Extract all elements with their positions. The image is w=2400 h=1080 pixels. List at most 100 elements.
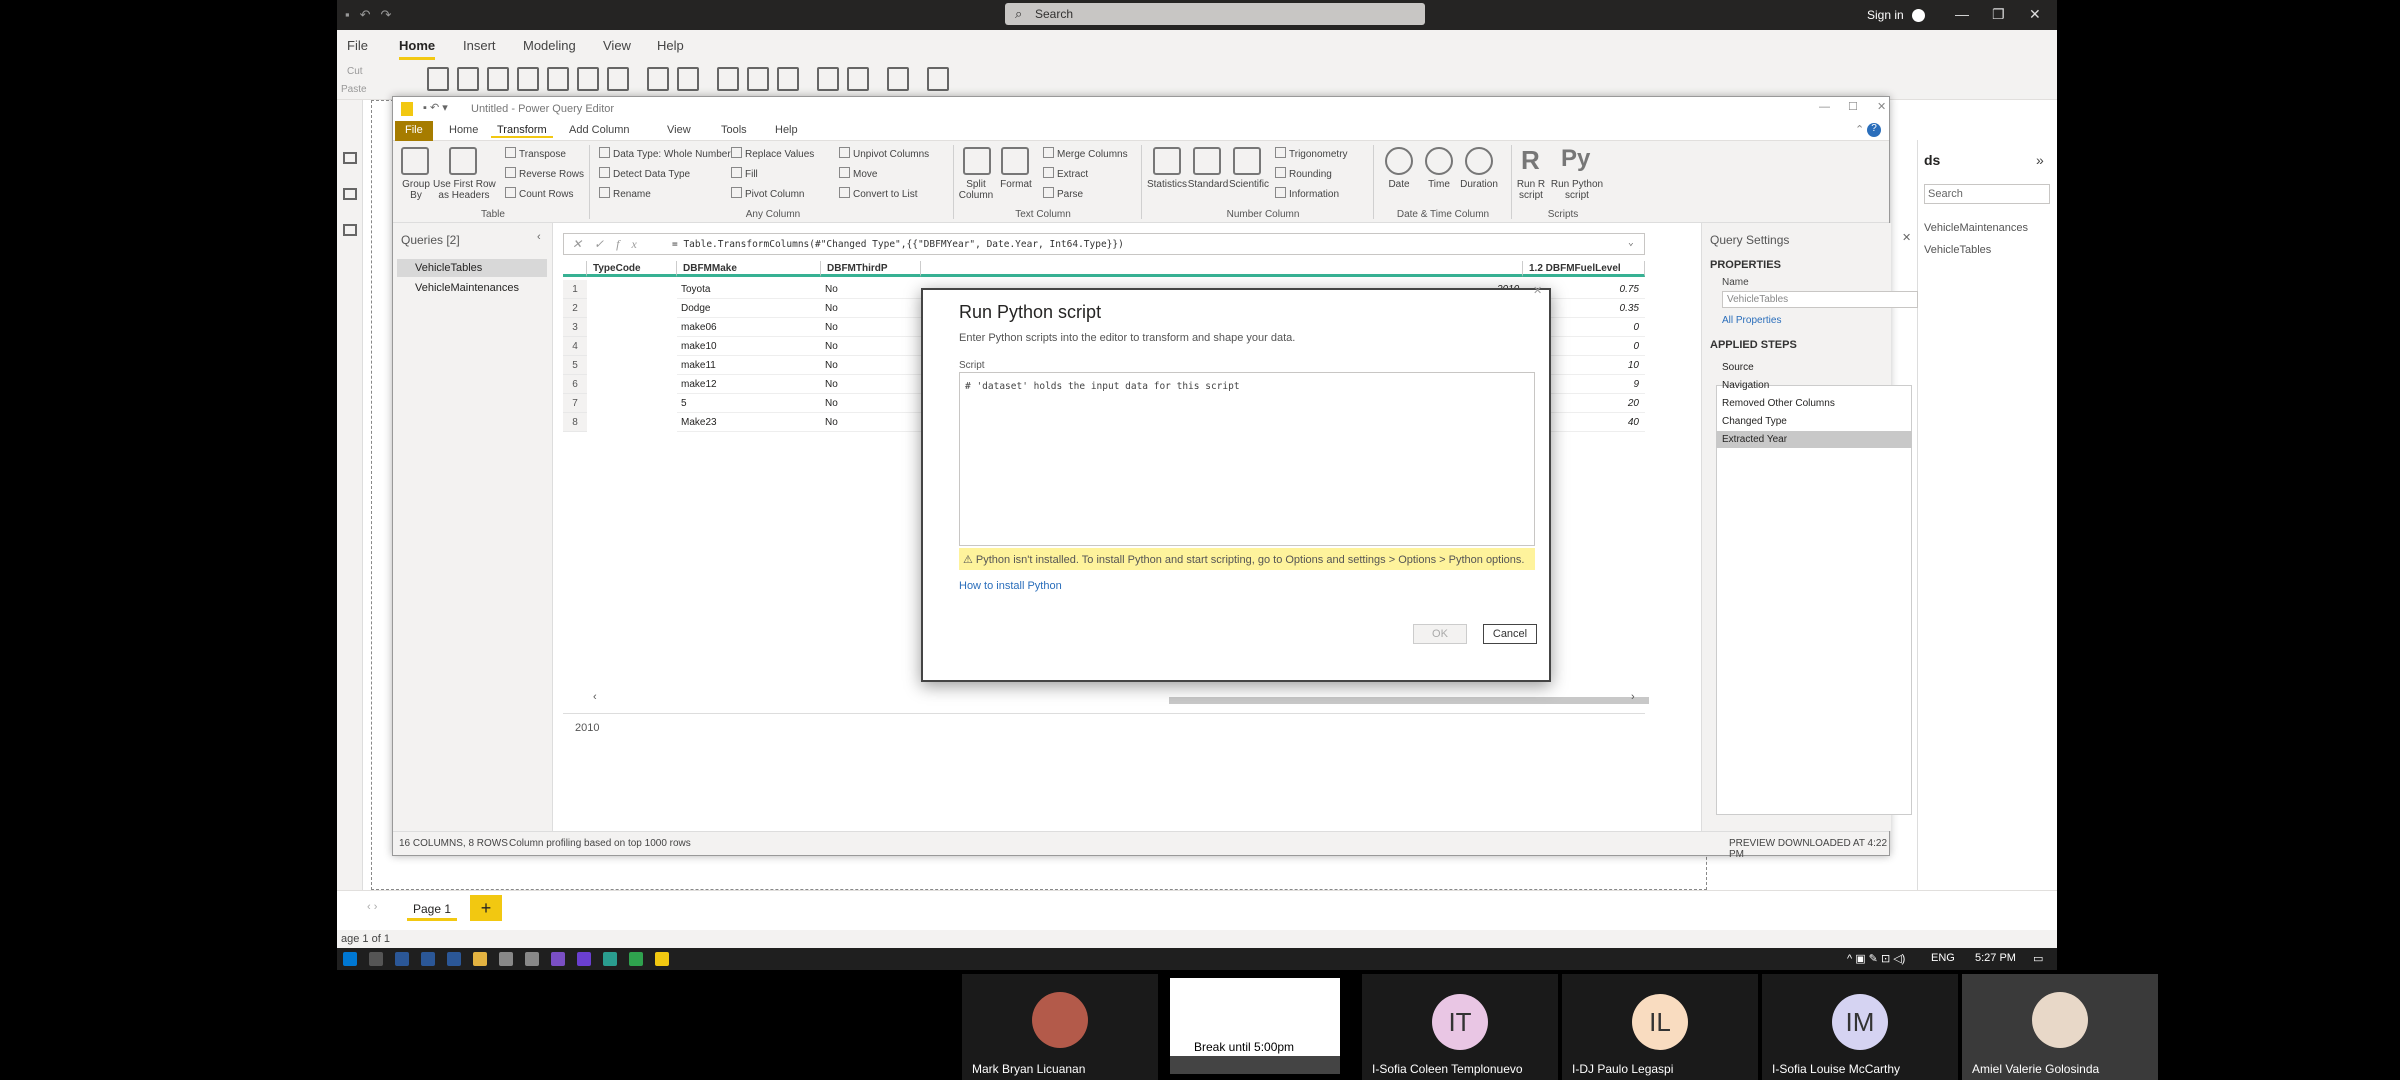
dataset-icon[interactable] <box>487 67 509 91</box>
cell-thirdparty[interactable]: No <box>821 356 921 375</box>
information-button[interactable]: Information <box>1275 187 1339 200</box>
restore-icon[interactable]: ❐ <box>1992 6 2005 23</box>
cell-thirdparty[interactable]: No <box>821 318 921 337</box>
participant-tile[interactable]: Amiel Valerie Golosinda <box>1962 974 2158 1080</box>
quick-measure-icon[interactable] <box>847 67 869 91</box>
applied-step[interactable]: Navigation <box>1716 377 1912 394</box>
collapse-icon[interactable]: » <box>2036 152 2044 168</box>
row-number[interactable]: 4 <box>563 337 587 356</box>
group-by-button[interactable]: Group By <box>397 179 435 201</box>
more-visuals-icon[interactable] <box>777 67 799 91</box>
app-icon[interactable] <box>447 952 461 966</box>
page-nav-icons[interactable]: ‹ › <box>367 901 377 913</box>
count-rows-button[interactable]: Count Rows <box>505 187 573 200</box>
page-tab[interactable]: Page 1 <box>407 895 457 921</box>
python-script-icon[interactable]: Py <box>1561 145 1590 173</box>
pq-menu-view[interactable]: View <box>661 124 697 136</box>
recent-sources-icon[interactable] <box>607 67 629 91</box>
close-icon[interactable]: ✕ <box>1877 100 1886 113</box>
query-item[interactable]: VehicleTables <box>397 259 547 277</box>
cell-thirdparty[interactable]: No <box>821 394 921 413</box>
transpose-button[interactable]: Transpose <box>505 147 566 160</box>
row-number[interactable]: 6 <box>563 375 587 394</box>
transform-data-icon[interactable] <box>647 67 669 91</box>
formula-controls-icon[interactable]: ✕✓fx <box>572 237 649 252</box>
extract-button[interactable]: Extract <box>1043 167 1088 180</box>
powerbi-icon[interactable] <box>655 952 669 966</box>
first-row-headers-icon[interactable] <box>449 147 477 175</box>
cell-make[interactable]: make10 <box>677 337 821 356</box>
row-number[interactable]: 2 <box>563 299 587 318</box>
pq-menu-tools[interactable]: Tools <box>715 124 753 136</box>
column-header[interactable]: DBFMThirdP <box>821 261 921 277</box>
column-header[interactable]: DBFMMake <box>677 261 821 277</box>
column-header-obscured[interactable] <box>921 261 1523 277</box>
cell-make[interactable]: Toyota <box>677 280 821 299</box>
cell-thirdparty[interactable]: No <box>821 280 921 299</box>
publish-icon[interactable] <box>927 67 949 91</box>
pq-menu-home[interactable]: Home <box>443 124 484 136</box>
menu-help[interactable]: Help <box>657 38 684 53</box>
app-icon[interactable] <box>525 952 539 966</box>
cell-thirdparty[interactable]: No <box>821 299 921 318</box>
run-r-script-button[interactable]: Run R script <box>1511 179 1551 201</box>
textbox-icon[interactable] <box>747 67 769 91</box>
start-icon[interactable] <box>343 952 357 966</box>
parse-button[interactable]: Parse <box>1043 187 1083 200</box>
run-python-script-button[interactable]: Run Python script <box>1549 179 1605 201</box>
report-view-icon[interactable] <box>343 152 357 164</box>
menu-home[interactable]: Home <box>399 38 436 60</box>
scroll-left-icon[interactable]: ‹ <box>593 691 597 703</box>
paste-button[interactable]: Paste <box>341 84 367 95</box>
install-python-link[interactable]: How to install Python <box>959 580 1062 592</box>
unpivot-columns-button[interactable]: Unpivot Columns <box>839 147 929 160</box>
file-explorer-icon[interactable] <box>473 952 487 966</box>
model-view-icon[interactable] <box>343 224 357 236</box>
close-icon[interactable]: ✕ <box>1902 231 1911 244</box>
sql-icon[interactable] <box>517 67 539 91</box>
participant-tile[interactable]: Break until 5:00pm <box>1170 978 1340 1074</box>
save-icon[interactable]: ▪ ↶ ▾ <box>423 101 448 114</box>
new-measure-icon[interactable] <box>817 67 839 91</box>
minimize-icon[interactable]: — <box>1955 6 1969 22</box>
visual-icon[interactable] <box>717 67 739 91</box>
scientific-icon[interactable] <box>1233 147 1261 175</box>
get-data-icon[interactable] <box>427 67 449 91</box>
sign-in-button[interactable]: Sign in <box>1867 8 1925 23</box>
data-type-dropdown[interactable]: Data Type: Whole Number <box>599 147 731 160</box>
standard-icon[interactable] <box>1193 147 1221 175</box>
restore-icon[interactable]: ☐ <box>1848 100 1858 113</box>
scientific-button[interactable]: Scientific <box>1227 179 1271 190</box>
app-icon[interactable] <box>395 952 409 966</box>
date-icon[interactable] <box>1385 147 1413 175</box>
notifications-icon[interactable]: ▭ <box>2033 952 2043 965</box>
chrome-icon[interactable] <box>629 952 643 966</box>
field-table-item[interactable]: VehicleTables <box>1924 244 1991 256</box>
statistics-icon[interactable] <box>1153 147 1181 175</box>
pq-menu-help[interactable]: Help <box>769 124 804 136</box>
status-profiling[interactable]: Column profiling based on top 1000 rows <box>509 838 691 849</box>
cell-make[interactable]: Dodge <box>677 299 821 318</box>
cell-make[interactable]: make06 <box>677 318 821 337</box>
clock[interactable]: 5:27 PM <box>1975 952 2016 964</box>
refresh-icon[interactable] <box>677 67 699 91</box>
row-number[interactable]: 7 <box>563 394 587 413</box>
vscode-icon[interactable] <box>577 952 591 966</box>
convert-list-button[interactable]: Convert to List <box>839 187 917 200</box>
move-button[interactable]: Move <box>839 167 877 180</box>
reverse-rows-button[interactable]: Reverse Rows <box>505 167 584 180</box>
field-table-item[interactable]: VehicleMaintenances <box>1924 222 2028 234</box>
ok-button[interactable]: OK <box>1413 624 1467 644</box>
applied-step[interactable]: Changed Type <box>1716 413 1912 430</box>
cell-thirdparty[interactable]: No <box>821 375 921 394</box>
trigonometry-button[interactable]: Trigonometry <box>1275 147 1348 160</box>
help-icon[interactable]: ? <box>1867 123 1881 137</box>
expand-formula-icon[interactable]: ⌄ <box>1628 237 1634 248</box>
pq-menu-transform[interactable]: Transform <box>491 124 553 138</box>
menu-insert[interactable]: Insert <box>463 38 496 53</box>
detect-type-button[interactable]: Detect Data Type <box>599 167 690 180</box>
search-icon[interactable] <box>369 952 383 966</box>
edge-icon[interactable] <box>603 952 617 966</box>
column-header[interactable]: TypeCode <box>587 261 677 277</box>
participant-tile[interactable]: IL I-DJ Paulo Legaspi <box>1562 974 1758 1080</box>
